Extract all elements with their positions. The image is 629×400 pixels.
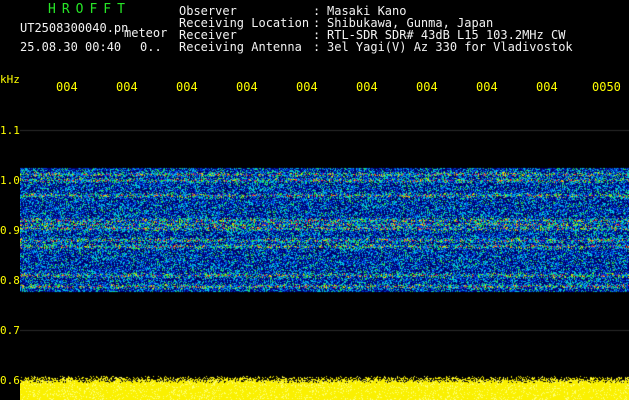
field-colon: : — [313, 40, 321, 54]
x-tick-label: 004 — [356, 80, 378, 94]
meteor-label: meteor — [124, 26, 168, 40]
spectrogram-window: HROFFT UT2508300040.pn meteor 25.08.30 0… — [0, 0, 629, 400]
field-label-antenna: Receiving Antenna — [179, 40, 302, 54]
y-tick-label: 0.7 — [0, 324, 20, 337]
filename-label: UT2508300040.pn — [20, 21, 129, 35]
x-tick-label: 004 — [536, 80, 558, 94]
spectrogram-canvas — [20, 100, 629, 400]
y-tick-label: 0.9 — [0, 224, 20, 237]
y-tick-label: 1.1 — [0, 124, 20, 137]
header-block: HROFFT UT2508300040.pn meteor 25.08.30 0… — [0, 0, 629, 100]
x-tick-label: 004 — [296, 80, 318, 94]
y-tick-label: 0.6 — [0, 374, 20, 387]
y-tick-label: 0.8 — [0, 274, 20, 287]
x-tick-label: 004 — [56, 80, 78, 94]
x-tick-label: 004 — [116, 80, 138, 94]
app-title: HROFFT — [48, 2, 131, 17]
x-tick-label: 004 — [476, 80, 498, 94]
x-tick-label: 004 — [236, 80, 258, 94]
x-tick-label: 004 — [176, 80, 198, 94]
meteor-count: 0.. — [140, 40, 162, 54]
x-tick-label: 0050 — [592, 80, 621, 94]
y-axis-unit: kHz — [0, 73, 20, 86]
x-tick-label: 004 — [416, 80, 438, 94]
field-value-antenna: 3el Yagi(V) Az 330 for Vladivostok — [327, 40, 573, 54]
y-tick-label: 1.0 — [0, 174, 20, 187]
datetime-label: 25.08.30 00:40 — [20, 40, 122, 54]
